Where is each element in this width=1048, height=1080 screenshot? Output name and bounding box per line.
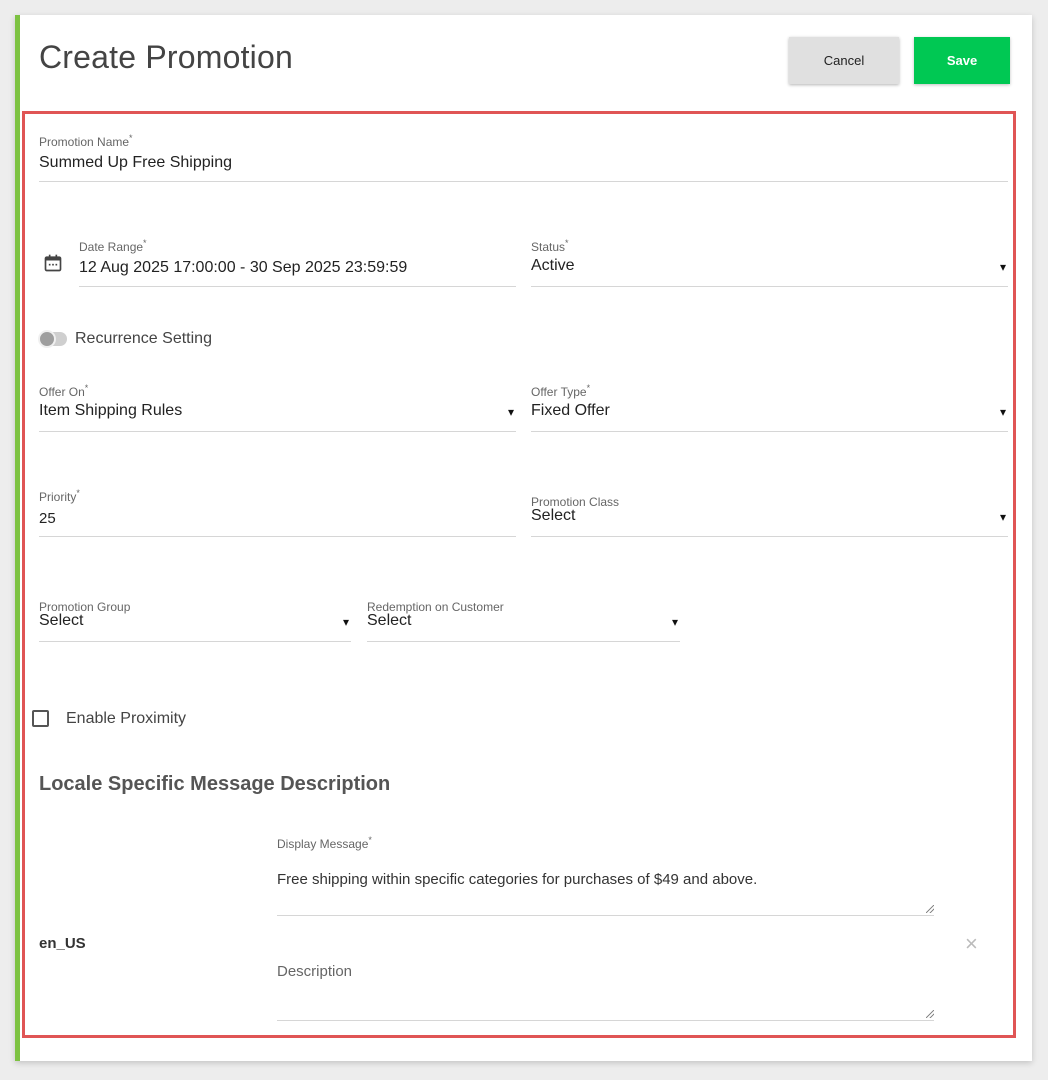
chevron-down-icon: ▾ <box>671 615 678 629</box>
promotion-name-input[interactable]: Summed Up Free Shipping <box>39 154 232 172</box>
recurrence-toggle[interactable] <box>38 330 67 348</box>
calendar-icon[interactable] <box>43 253 63 273</box>
offer-type-label: Offer Type* <box>531 383 591 399</box>
priority-label: Priority* <box>39 488 80 504</box>
promotion-class-select[interactable]: Promotion Class Select ▾ <box>531 488 1008 537</box>
redemption-on-customer-value: Select <box>367 612 412 629</box>
status-select[interactable]: Status* Active ▾ <box>531 238 1008 287</box>
enable-proximity-label: Enable Proximity <box>66 710 187 727</box>
chevron-down-icon: ▾ <box>999 405 1006 419</box>
description-placeholder: Description <box>277 963 353 980</box>
display-message-textarea[interactable]: Display Message* Free shipping within sp… <box>277 835 934 916</box>
date-range-label: Date Range* <box>79 238 147 254</box>
display-message-label: Display Message* <box>277 835 372 851</box>
recurrence-label: Recurrence Setting <box>75 330 212 347</box>
offer-on-select[interactable]: Offer On* Item Shipping Rules ▾ <box>39 383 516 432</box>
resize-grip-icon[interactable] <box>926 905 934 913</box>
offer-type-select[interactable]: Offer Type* Fixed Offer ▾ <box>531 383 1008 432</box>
chevron-down-icon: ▾ <box>999 260 1006 274</box>
status-label: Status* <box>531 238 569 254</box>
priority-field[interactable]: Priority* 25 <box>39 488 516 537</box>
status-value: Active <box>531 257 575 274</box>
offer-on-value: Item Shipping Rules <box>39 402 183 419</box>
save-button[interactable]: Save <box>914 37 1010 84</box>
date-range-input[interactable]: 12 Aug 2025 17:00:00 - 30 Sep 2025 23:59… <box>79 259 407 277</box>
display-message-value: Free shipping within specific categories… <box>277 871 758 888</box>
promotion-class-value: Select <box>531 507 576 524</box>
chevron-down-icon: ▾ <box>342 615 349 629</box>
chevron-down-icon: ▾ <box>507 405 514 419</box>
resize-grip-icon[interactable] <box>926 1010 934 1018</box>
chevron-down-icon: ▾ <box>999 510 1006 524</box>
locale-section-title: Locale Specific Message Description <box>39 773 391 795</box>
cancel-button[interactable]: Cancel <box>789 37 899 84</box>
close-icon[interactable]: × <box>965 933 978 955</box>
page-title: Create Promotion <box>39 39 293 75</box>
priority-input[interactable]: 25 <box>39 510 56 527</box>
date-range-field[interactable]: Date Range* 12 Aug 2025 17:00:00 - 30 Se… <box>79 238 516 287</box>
promotion-group-select[interactable]: Promotion Group Select ▾ <box>39 593 351 642</box>
create-promotion-card: Create Promotion Cancel Save Promotion N… <box>15 15 1032 1061</box>
accent-bar <box>15 15 20 1061</box>
description-textarea[interactable]: Description <box>277 955 934 1021</box>
promotion-group-value: Select <box>39 612 84 629</box>
promotion-name-field[interactable]: Promotion Name* Summed Up Free Shipping <box>39 133 1008 182</box>
promotion-name-label: Promotion Name* <box>39 133 133 149</box>
offer-on-label: Offer On* <box>39 383 89 399</box>
locale-code: en_US <box>39 935 86 952</box>
toggle-knob <box>38 330 56 348</box>
offer-type-value: Fixed Offer <box>531 402 610 419</box>
enable-proximity-checkbox[interactable] <box>32 710 49 727</box>
redemption-on-customer-select[interactable]: Redemption on Customer Select ▾ <box>367 593 680 642</box>
